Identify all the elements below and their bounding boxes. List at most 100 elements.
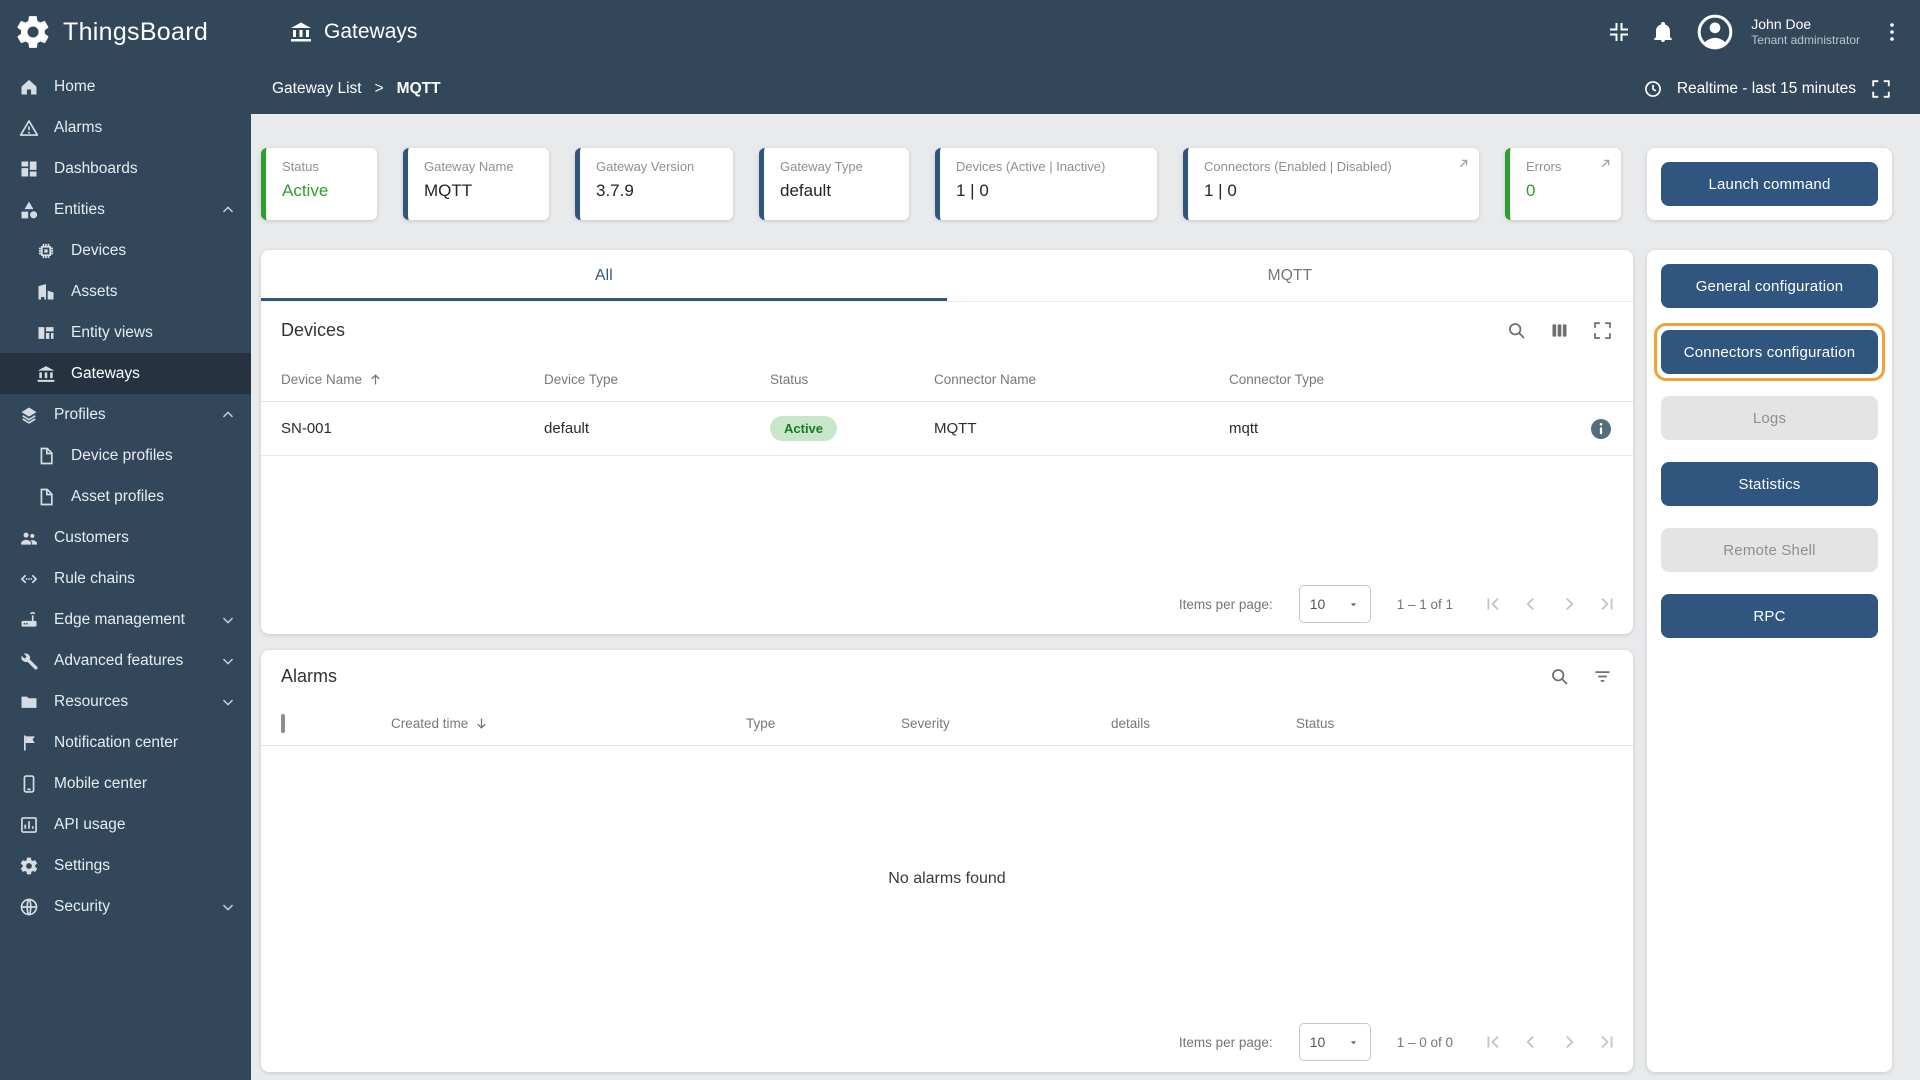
column-status[interactable]: Status xyxy=(770,372,934,387)
devices-table-header: Device Name Device Type Status Connector… xyxy=(261,358,1633,402)
connector-tabs: All MQTT xyxy=(261,250,1633,302)
advanced-features-icon xyxy=(19,651,39,671)
notifications-bell-icon[interactable] xyxy=(1651,20,1675,44)
sidebar-item-device-profiles[interactable]: Device profiles xyxy=(0,435,251,476)
dashboards-icon xyxy=(19,159,39,179)
edge-management-icon xyxy=(19,610,39,630)
timewindow-label[interactable]: Realtime - last 15 minutes xyxy=(1677,80,1856,98)
resources-icon xyxy=(19,692,39,712)
column-connector-type[interactable]: Connector Type xyxy=(1229,372,1543,387)
settings-gear-icon xyxy=(19,856,39,876)
expand-widget-icon[interactable] xyxy=(1592,320,1613,341)
sidebar-item-home[interactable]: Home xyxy=(0,66,251,107)
column-type[interactable]: Type xyxy=(746,716,901,731)
caret-down-icon xyxy=(1347,1036,1360,1049)
stat-card-gateway-type: Gateway Type default xyxy=(759,148,909,220)
security-globe-icon xyxy=(19,897,39,917)
info-icon[interactable] xyxy=(1589,417,1613,441)
next-page-button[interactable] xyxy=(1555,590,1583,618)
stat-card-connectors: Connectors (Enabled | Disabled) 1 | 0 xyxy=(1183,148,1479,220)
sidebar-item-gateways[interactable]: Gateways xyxy=(0,353,251,394)
breadcrumb-gateway-list[interactable]: Gateway List xyxy=(272,80,362,98)
connectors-configuration-button[interactable]: Connectors configuration xyxy=(1661,330,1878,374)
profiles-icon xyxy=(19,405,39,425)
remote-shell-button: Remote Shell xyxy=(1661,528,1878,572)
chevron-up-icon xyxy=(219,201,237,219)
previous-page-button[interactable] xyxy=(1517,1028,1545,1056)
avatar[interactable] xyxy=(1695,12,1735,52)
sidebar-item-notification-center[interactable]: Notification center xyxy=(0,722,251,763)
sidebar-item-assets[interactable]: Assets xyxy=(0,271,251,312)
sidebar-item-profiles[interactable]: Profiles xyxy=(0,394,251,435)
page-title: Gateways xyxy=(324,20,417,44)
customers-icon xyxy=(19,528,39,548)
brand[interactable]: ThingsBoard xyxy=(0,13,251,51)
devices-pagination: Items per page: 10 1 – 1 of 1 xyxy=(261,574,1633,634)
open-link-icon[interactable] xyxy=(1598,156,1613,171)
open-link-icon[interactable] xyxy=(1456,156,1471,171)
timewindow: Realtime - last 15 minutes xyxy=(1643,78,1892,100)
stat-card-devices: Devices (Active | Inactive) 1 | 0 xyxy=(935,148,1157,220)
alarms-title: Alarms xyxy=(281,666,337,687)
column-severity[interactable]: Severity xyxy=(901,716,1111,731)
general-configuration-button[interactable]: General configuration xyxy=(1661,264,1878,308)
next-page-button[interactable] xyxy=(1555,1028,1583,1056)
sidebar-item-customers[interactable]: Customers xyxy=(0,517,251,558)
window-collapse-icon[interactable] xyxy=(1607,20,1631,44)
alarms-items-per-page-select[interactable]: 10 xyxy=(1299,1023,1371,1061)
devices-items-per-page-select[interactable]: 10 xyxy=(1299,585,1371,623)
columns-icon[interactable] xyxy=(1549,320,1570,341)
sidebar-item-asset-profiles[interactable]: Asset profiles xyxy=(0,476,251,517)
tab-mqtt[interactable]: MQTT xyxy=(947,250,1633,301)
sidebar-item-advanced-features[interactable]: Advanced features xyxy=(0,640,251,681)
select-all-checkbox[interactable] xyxy=(281,714,285,733)
table-row[interactable]: SN-001 default Active MQTT mqtt xyxy=(261,402,1633,456)
launch-command-button[interactable]: Launch command xyxy=(1661,162,1878,206)
column-connector-name[interactable]: Connector Name xyxy=(934,372,1229,387)
column-created-time[interactable]: Created time xyxy=(391,716,746,731)
gateways-icon xyxy=(36,364,56,384)
column-device-name[interactable]: Device Name xyxy=(281,372,544,387)
first-page-button[interactable] xyxy=(1479,1028,1507,1056)
stat-card-gateway-version: Gateway Version 3.7.9 xyxy=(575,148,733,220)
logs-button: Logs xyxy=(1661,396,1878,440)
caret-down-icon xyxy=(1347,598,1360,611)
sidebar-item-resources[interactable]: Resources xyxy=(0,681,251,722)
last-page-button[interactable] xyxy=(1593,1028,1621,1056)
column-device-type[interactable]: Device Type xyxy=(544,372,770,387)
sidebar-item-settings[interactable]: Settings xyxy=(0,845,251,886)
sort-asc-icon xyxy=(368,372,383,387)
filter-icon[interactable] xyxy=(1592,666,1613,687)
first-page-button[interactable] xyxy=(1479,590,1507,618)
column-details[interactable]: details xyxy=(1111,716,1296,731)
items-per-page-label: Items per page: xyxy=(1179,597,1273,612)
sidebar-item-entity-views[interactable]: Entity views xyxy=(0,312,251,353)
sidebar-item-edge-management[interactable]: Edge management xyxy=(0,599,251,640)
fullscreen-icon[interactable] xyxy=(1870,78,1892,100)
sidebar-item-alarms[interactable]: Alarms xyxy=(0,107,251,148)
breadcrumb-separator: > xyxy=(375,80,384,98)
alarms-pagination: Items per page: 10 1 – 0 of 0 xyxy=(261,1012,1633,1072)
kebab-menu-icon[interactable] xyxy=(1880,20,1904,44)
search-icon[interactable] xyxy=(1506,320,1527,341)
last-page-button[interactable] xyxy=(1593,590,1621,618)
entity-views-icon xyxy=(36,323,56,343)
previous-page-button[interactable] xyxy=(1517,590,1545,618)
sidebar-item-rule-chains[interactable]: Rule chains xyxy=(0,558,251,599)
sidebar-item-entities[interactable]: Entities xyxy=(0,189,251,230)
cell-device-name: SN-001 xyxy=(281,420,544,437)
search-icon[interactable] xyxy=(1549,666,1570,687)
sidebar-item-dashboards[interactable]: Dashboards xyxy=(0,148,251,189)
thingsboard-logo-icon xyxy=(14,13,52,51)
home-icon xyxy=(19,77,39,97)
sidebar-item-security[interactable]: Security xyxy=(0,886,251,927)
rpc-button[interactable]: RPC xyxy=(1661,594,1878,638)
sidebar-item-api-usage[interactable]: API usage xyxy=(0,804,251,845)
chevron-down-icon xyxy=(219,898,237,916)
statistics-button[interactable]: Statistics xyxy=(1661,462,1878,506)
column-status[interactable]: Status xyxy=(1296,716,1613,731)
tab-all[interactable]: All xyxy=(261,250,947,301)
gateway-stats-row: Status Active Gateway Name MQTT Gateway … xyxy=(261,148,1633,220)
sidebar-item-mobile-center[interactable]: Mobile center xyxy=(0,763,251,804)
sidebar-item-devices[interactable]: Devices xyxy=(0,230,251,271)
